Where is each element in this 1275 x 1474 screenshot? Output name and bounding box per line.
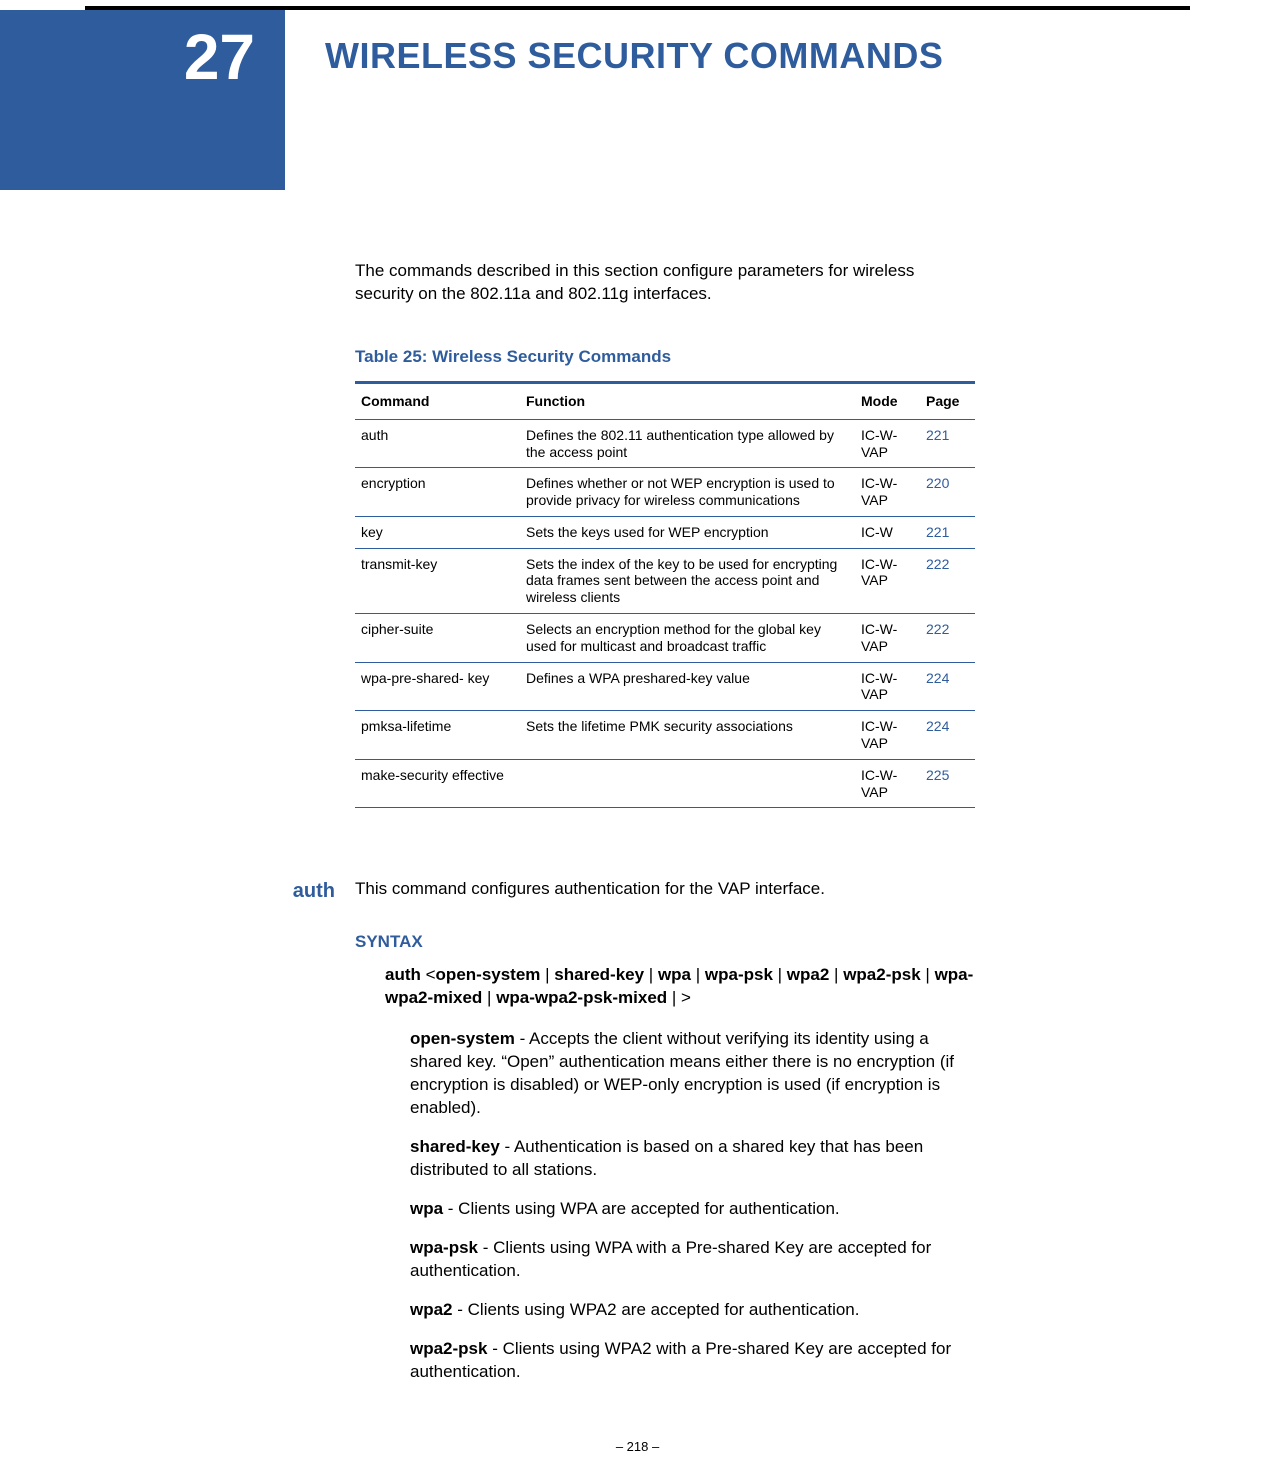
cell-command: pmksa-lifetime — [355, 711, 520, 760]
cell-page: 221 — [920, 516, 975, 548]
th-command: Command — [355, 382, 520, 419]
cell-command: transmit-key — [355, 548, 520, 613]
cell-page: 224 — [920, 662, 975, 711]
th-mode: Mode — [855, 382, 920, 419]
parameter-name: wpa — [410, 1199, 443, 1218]
cell-mode: IC-W-VAP — [855, 614, 920, 663]
cell-page: 225 — [920, 759, 975, 808]
cell-mode: IC-W — [855, 516, 920, 548]
table-row: keySets the keys used for WEP encryption… — [355, 516, 975, 548]
cell-command: key — [355, 516, 520, 548]
page-link[interactable]: 222 — [926, 621, 949, 637]
parameter-item: wpa - Clients using WPA are accepted for… — [410, 1198, 975, 1221]
cell-function: Selects an encryption method for the glo… — [520, 614, 855, 663]
cell-page: 222 — [920, 614, 975, 663]
section-side-label: auth — [293, 878, 335, 905]
cell-command: make-security effective — [355, 759, 520, 808]
parameter-item: wpa-psk - Clients using WPA with a Pre-s… — [410, 1237, 975, 1283]
table-row: wpa-pre-shared- keyDefines a WPA preshar… — [355, 662, 975, 711]
cell-mode: IC-W-VAP — [855, 468, 920, 517]
commands-table: Command Function Mode Page authDefines t… — [355, 381, 975, 809]
cell-mode: IC-W-VAP — [855, 711, 920, 760]
cell-function: Defines a WPA preshared-key value — [520, 662, 855, 711]
table-row: cipher-suiteSelects an encryption method… — [355, 614, 975, 663]
syntax-keyword: wpa2-psk — [843, 965, 920, 984]
cell-command: encryption — [355, 468, 520, 517]
syntax-keyword: auth — [385, 965, 421, 984]
cell-mode: IC-W-VAP — [855, 662, 920, 711]
page-footer: – 218 – — [0, 1439, 1275, 1454]
cell-function: Sets the lifetime PMK security associati… — [520, 711, 855, 760]
th-function: Function — [520, 382, 855, 419]
parameter-name: wpa2-psk — [410, 1339, 487, 1358]
cell-command: auth — [355, 419, 520, 468]
cell-mode: IC-W-VAP — [855, 548, 920, 613]
syntax-keyword: wpa-wpa2-psk-mixed — [496, 988, 667, 1007]
cell-page: 224 — [920, 711, 975, 760]
syntax-keyword: wpa — [658, 965, 691, 984]
cell-function: Sets the keys used for WEP encryption — [520, 516, 855, 548]
parameter-name: wpa2 — [410, 1300, 453, 1319]
table-row: encryptionDefines whether or not WEP enc… — [355, 468, 975, 517]
page-content: The commands described in this section c… — [355, 260, 975, 1399]
table-row: authDefines the 802.11 authentication ty… — [355, 419, 975, 468]
parameter-item: wpa2-psk - Clients using WPA2 with a Pre… — [410, 1338, 975, 1384]
syntax-keyword: wpa-psk — [705, 965, 773, 984]
parameter-item: shared-key - Authentication is based on … — [410, 1136, 975, 1182]
cell-page: 221 — [920, 419, 975, 468]
page-link[interactable]: 220 — [926, 475, 949, 491]
table-row: make-security effective IC-W-VAP 225 — [355, 759, 975, 808]
chapter-header: 27 WIRELESS SECURITY COMMANDS — [0, 10, 1190, 190]
parameter-name: wpa-psk — [410, 1238, 478, 1257]
parameter-name: open-system — [410, 1029, 515, 1048]
syntax-heading: SYNTAX — [355, 931, 975, 954]
syntax-keyword: shared-key — [554, 965, 644, 984]
cell-function: Defines the 802.11 authentication type a… — [520, 419, 855, 468]
page-link[interactable]: 224 — [926, 670, 949, 686]
auth-section: auth This command configures authenticat… — [355, 878, 975, 1399]
cell-command: wpa-pre-shared- key — [355, 662, 520, 711]
parameter-item: open-system - Accepts the client without… — [410, 1028, 975, 1120]
cell-function: Sets the index of the key to be used for… — [520, 548, 855, 613]
chapter-title: WIRELESS SECURITY COMMANDS — [285, 10, 1190, 190]
cell-page: 222 — [920, 548, 975, 613]
table-row: transmit-keySets the index of the key to… — [355, 548, 975, 613]
table-caption: Table 25: Wireless Security Commands — [355, 346, 975, 369]
parameter-name: shared-key — [410, 1137, 500, 1156]
cell-function: Defines whether or not WEP encryption is… — [520, 468, 855, 517]
table-row: pmksa-lifetimeSets the lifetime PMK secu… — [355, 711, 975, 760]
cell-command: cipher-suite — [355, 614, 520, 663]
page-link[interactable]: 221 — [926, 524, 949, 540]
section-intro: This command configures authentication f… — [355, 878, 975, 901]
cell-mode: IC-W-VAP — [855, 759, 920, 808]
intro-paragraph: The commands described in this section c… — [355, 260, 975, 306]
chapter-number-badge: 27 — [0, 10, 285, 190]
syntax-keyword: wpa2 — [787, 965, 830, 984]
page-link[interactable]: 224 — [926, 718, 949, 734]
th-page: Page — [920, 382, 975, 419]
cell-page: 220 — [920, 468, 975, 517]
table-header-row: Command Function Mode Page — [355, 382, 975, 419]
page-link[interactable]: 222 — [926, 556, 949, 572]
syntax-line: auth <open-system | shared-key | wpa | w… — [385, 964, 975, 1010]
page-link[interactable]: 225 — [926, 767, 949, 783]
parameter-list: open-system - Accepts the client without… — [410, 1028, 975, 1383]
parameter-item: wpa2 - Clients using WPA2 are accepted f… — [410, 1299, 975, 1322]
cell-mode: IC-W-VAP — [855, 419, 920, 468]
syntax-keyword: open-system — [436, 965, 541, 984]
page-link[interactable]: 221 — [926, 427, 949, 443]
cell-function — [520, 759, 855, 808]
